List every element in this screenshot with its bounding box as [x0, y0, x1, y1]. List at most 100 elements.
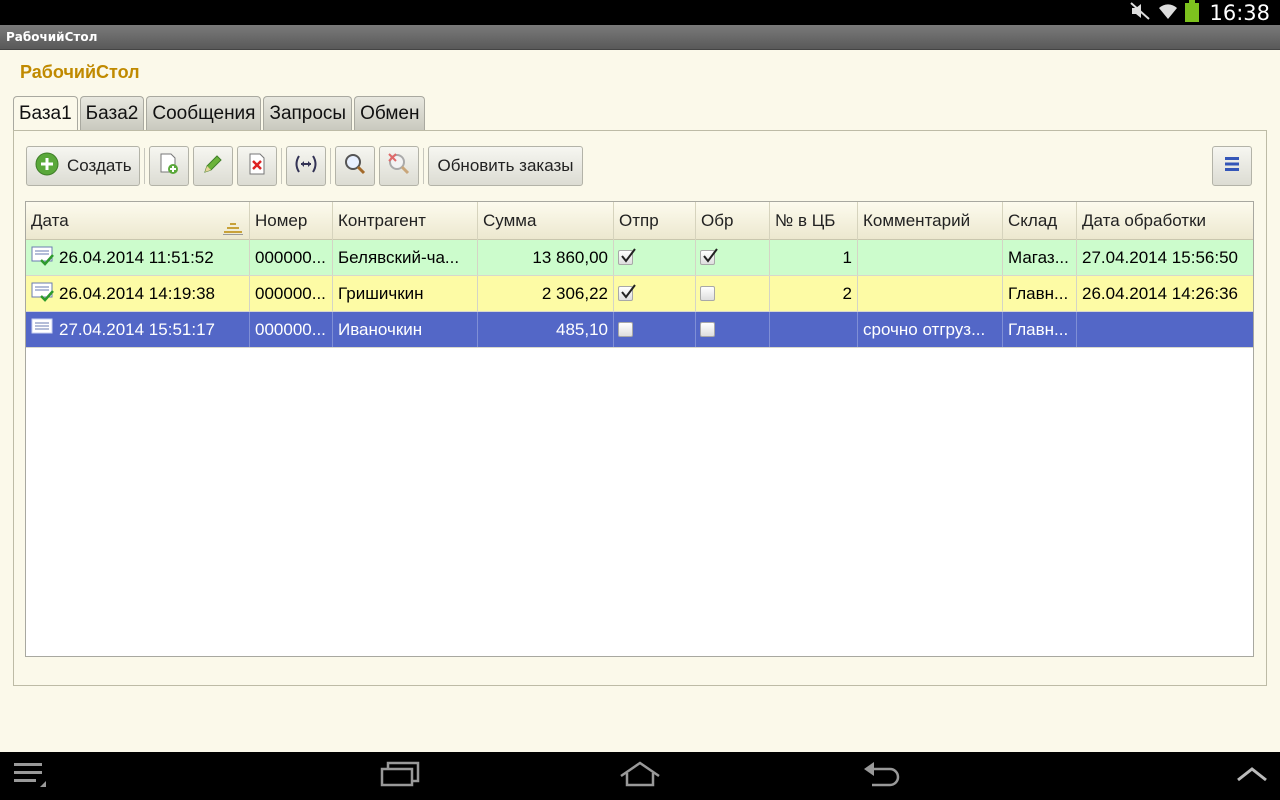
column-header-number[interactable]: Номер: [250, 202, 333, 240]
table-row[interactable]: 26.04.2014 14:19:38 000000... Гришичкин …: [26, 276, 1253, 312]
table-header: Дата Номер Контрагент Сумма Отпр Обр № в…: [26, 202, 1253, 240]
cell-cb-number: [770, 312, 858, 347]
back-button[interactable]: [858, 752, 906, 800]
cell-date: 26.04.2014 11:51:52: [26, 240, 250, 275]
toolbar-separator: [281, 148, 282, 184]
cell-processed: [696, 240, 770, 275]
cell-sent: [614, 276, 696, 311]
window-titlebar: РабочийСтол: [0, 25, 1280, 50]
copy-button[interactable]: [149, 146, 189, 186]
horizontal-arrows-icon: [293, 153, 319, 179]
cell-counterparty: Иваночкин: [333, 312, 478, 347]
cell-cb-number: 1: [770, 240, 858, 275]
mute-icon: [1129, 1, 1151, 25]
menu-button[interactable]: [8, 752, 52, 800]
cell-processed-date: 27.04.2014 15:56:50: [1082, 248, 1238, 267]
table-row[interactable]: 27.04.2014 15:51:17 000000... Иваночкин …: [26, 312, 1253, 348]
copy-document-icon: [157, 152, 181, 180]
cell-comment: [858, 276, 1003, 311]
edit-button[interactable]: [193, 146, 233, 186]
tab-exchange[interactable]: Обмен: [354, 96, 426, 130]
cell-sum: 2 306,22: [478, 276, 614, 311]
recent-apps-icon: [380, 761, 420, 791]
chevron-up-icon: [1235, 765, 1269, 787]
cell-processed: [696, 312, 770, 347]
tab-baza2[interactable]: База2: [79, 96, 145, 130]
cell-warehouse: Главн...: [1003, 276, 1077, 311]
sent-checkbox[interactable]: [618, 284, 636, 301]
battery-icon: [1185, 0, 1200, 26]
document-checked-icon: [31, 245, 55, 275]
column-header-processed[interactable]: Обр: [696, 202, 770, 240]
column-header-date[interactable]: Дата: [26, 202, 250, 240]
delete-document-icon: [245, 152, 269, 180]
tab-bar: База1 База2 Сообщения Запросы Обмен: [13, 96, 426, 131]
search-button[interactable]: [335, 146, 375, 186]
cancel-search-button[interactable]: [379, 146, 419, 186]
refresh-orders-button[interactable]: Обновить заказы: [428, 146, 583, 186]
cell-processed: [696, 276, 770, 311]
tab-requests[interactable]: Запросы: [263, 96, 353, 130]
window-title: РабочийСтол: [6, 30, 98, 44]
column-header-processed-date[interactable]: Дата обработки: [1077, 202, 1253, 240]
search-icon: [343, 152, 367, 180]
cell-comment: [858, 240, 1003, 275]
cell-sum: 485,10: [478, 312, 614, 347]
expand-up-button[interactable]: [1232, 752, 1272, 800]
form-title: РабочийСтол: [20, 62, 140, 82]
pencil-icon: [201, 152, 225, 180]
cell-date: 27.04.2014 15:51:17: [26, 312, 250, 347]
status-icons: 16:38: [1129, 0, 1270, 25]
cell-warehouse: Главн...: [1003, 312, 1077, 347]
document-checked-icon: [31, 281, 55, 311]
cell-processed-date: 26.04.2014 14:26:36: [1082, 284, 1238, 303]
cell-counterparty: Гришичкин: [333, 276, 478, 311]
sent-checkbox[interactable]: [618, 248, 636, 265]
plus-circle-icon: [35, 152, 59, 180]
toolbar-separator: [423, 148, 424, 184]
toolbar-separator: [330, 148, 331, 184]
sent-checkbox[interactable]: [618, 322, 633, 337]
menu-lines-icon: [1223, 156, 1241, 176]
column-header-label: Дата: [31, 211, 69, 230]
cell-number: 000000...: [250, 276, 333, 311]
search-cancel-icon: [387, 152, 411, 180]
processed-checkbox[interactable]: [700, 248, 718, 265]
status-bar: 16:38: [0, 0, 1280, 25]
column-header-sent[interactable]: Отпр: [614, 202, 696, 240]
menu-icon: [12, 759, 48, 793]
cell-sent: [614, 240, 696, 275]
document-icon: [31, 317, 55, 347]
create-button[interactable]: Создать: [26, 146, 140, 186]
expand-button[interactable]: [286, 146, 326, 186]
column-header-warehouse[interactable]: Склад: [1003, 202, 1077, 240]
create-button-label: Создать: [67, 156, 132, 175]
delete-button[interactable]: [237, 146, 277, 186]
cell-comment: срочно отгруз...: [858, 312, 1003, 347]
back-arrow-icon: [862, 760, 902, 792]
date-value: 26.04.2014 14:19:38: [59, 284, 215, 303]
column-header-counterparty[interactable]: Контрагент: [333, 202, 478, 240]
cell-sent: [614, 312, 696, 347]
cell-warehouse: Магаз...: [1003, 240, 1077, 275]
orders-table: Дата Номер Контрагент Сумма Отпр Обр № в…: [25, 201, 1254, 657]
tab-messages[interactable]: Сообщения: [146, 96, 262, 130]
processed-checkbox[interactable]: [700, 322, 715, 337]
cell-number: 000000...: [250, 240, 333, 275]
home-button[interactable]: [614, 752, 666, 800]
more-menu-button[interactable]: [1212, 146, 1252, 186]
recent-apps-button[interactable]: [376, 752, 424, 800]
cell-counterparty: Белявский-ча...: [333, 240, 478, 275]
tab-baza1[interactable]: База1: [13, 96, 78, 131]
processed-checkbox[interactable]: [700, 286, 715, 301]
toolbar-separator: [144, 148, 145, 184]
column-header-comment[interactable]: Комментарий: [858, 202, 1003, 240]
column-header-cb-number[interactable]: № в ЦБ: [770, 202, 858, 240]
cell-sum: 13 860,00: [478, 240, 614, 275]
table-row[interactable]: 26.04.2014 11:51:52 000000... Белявский-…: [26, 240, 1253, 276]
column-header-sum[interactable]: Сумма: [478, 202, 614, 240]
cell-cb-number: 2: [770, 276, 858, 311]
home-icon: [617, 760, 663, 792]
refresh-orders-label: Обновить заказы: [437, 156, 574, 175]
sort-icon: [223, 213, 243, 240]
